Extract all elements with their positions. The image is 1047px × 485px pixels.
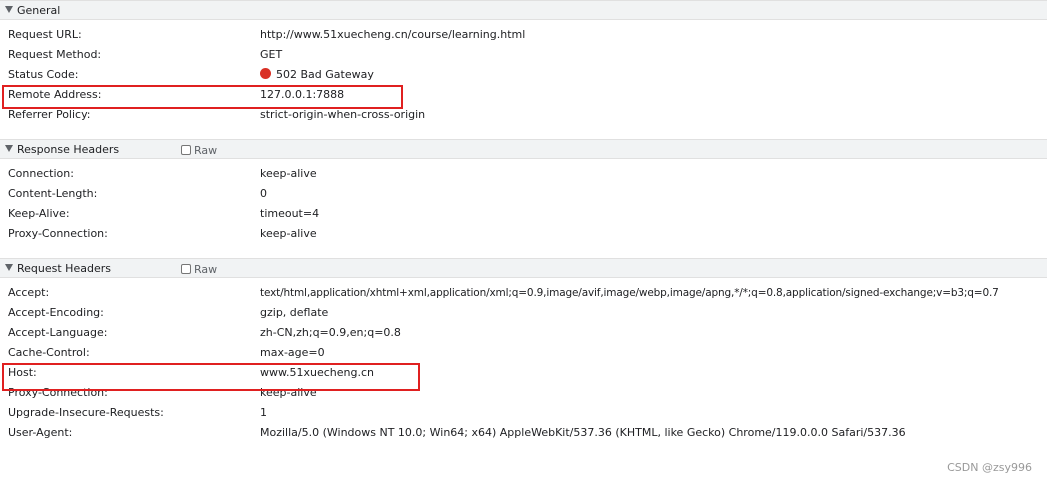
header-key: Content-Length: [8,187,98,200]
response-headers-section-header[interactable]: Response Headers Raw [0,139,1047,159]
header-key: Cache-Control: [8,346,90,359]
status-error-dot-icon [260,68,271,79]
header-key: Accept-Language: [8,326,108,339]
header-key: User-Agent: [8,426,73,439]
request-row-accept-language: Accept-Language: zh-CN,zh;q=0.9,en;q=0.8 [0,323,1047,343]
general-row-request-url: Request URL: http://www.51xuecheng.cn/co… [0,25,1047,45]
response-row-keep-alive: Keep-Alive: timeout=4 [0,204,1047,224]
status-code-text: 502 Bad Gateway [276,68,374,81]
collapse-triangle-icon[interactable] [5,264,13,271]
header-key: Upgrade-Insecure-Requests: [8,406,164,419]
remote-address-highlight-box [2,85,403,109]
raw-checkbox-label[interactable]: Raw [194,263,217,276]
raw-checkbox-label[interactable]: Raw [194,144,217,157]
request-row-accept: Accept: text/html,application/xhtml+xml,… [0,283,1047,303]
response-row-connection: Connection: keep-alive [0,164,1047,184]
header-value: 0 [260,187,267,200]
header-value: GET [260,48,283,61]
header-value: max-age=0 [260,346,325,359]
collapse-triangle-icon[interactable] [5,6,13,13]
request-row-accept-encoding: Accept-Encoding: gzip, deflate [0,303,1047,323]
raw-checkbox[interactable] [181,145,191,155]
general-row-request-method: Request Method: GET [0,45,1047,65]
general-section-title: General [17,4,61,17]
request-headers-section-header[interactable]: Request Headers Raw [0,258,1047,278]
request-row-user-agent: User-Agent: Mozilla/5.0 (Windows NT 10.0… [0,423,1047,443]
header-value: Mozilla/5.0 (Windows NT 10.0; Win64; x64… [260,426,906,439]
request-row-upgrade-insecure-requests: Upgrade-Insecure-Requests: 1 [0,403,1047,423]
host-highlight-box [2,363,420,391]
collapse-triangle-icon[interactable] [5,145,13,152]
header-value: keep-alive [260,227,317,240]
request-raw-toggle[interactable]: Raw [181,262,217,276]
header-value: zh-CN,zh;q=0.9,en;q=0.8 [260,326,401,339]
header-value: text/html,application/xhtml+xml,applicat… [260,287,999,299]
request-headers-section-title: Request Headers [17,262,111,275]
response-headers-section-title: Response Headers [17,143,120,156]
response-row-content-length: Content-Length: 0 [0,184,1047,204]
status-code-value: 502 Bad Gateway [260,65,374,85]
header-key: Accept: [8,286,50,299]
response-row-proxy-connection: Proxy-Connection: keep-alive [0,224,1047,244]
header-key: Request Method: [8,48,102,61]
header-value: timeout=4 [260,207,320,220]
header-value: 1 [260,406,267,419]
header-key: Keep-Alive: [8,207,70,220]
header-key: Accept-Encoding: [8,306,104,319]
header-key: Connection: [8,167,74,180]
header-key: Status Code: [8,68,79,81]
request-row-cache-control: Cache-Control: max-age=0 [0,343,1047,363]
headers-panel: General Request URL: http://www.51xueche… [0,0,1047,485]
response-raw-toggle[interactable]: Raw [181,143,217,157]
watermark: CSDN @zsy996 [947,461,1032,474]
raw-checkbox[interactable] [181,264,191,274]
general-row-status-code: Status Code: 502 Bad Gateway [0,65,1047,85]
header-key: Proxy-Connection: [8,227,108,240]
header-value: keep-alive [260,167,317,180]
header-value: http://www.51xuecheng.cn/course/learning… [260,28,526,41]
general-section-header[interactable]: General [0,0,1047,20]
header-key: Request URL: [8,28,82,41]
header-value: gzip, deflate [260,306,329,319]
